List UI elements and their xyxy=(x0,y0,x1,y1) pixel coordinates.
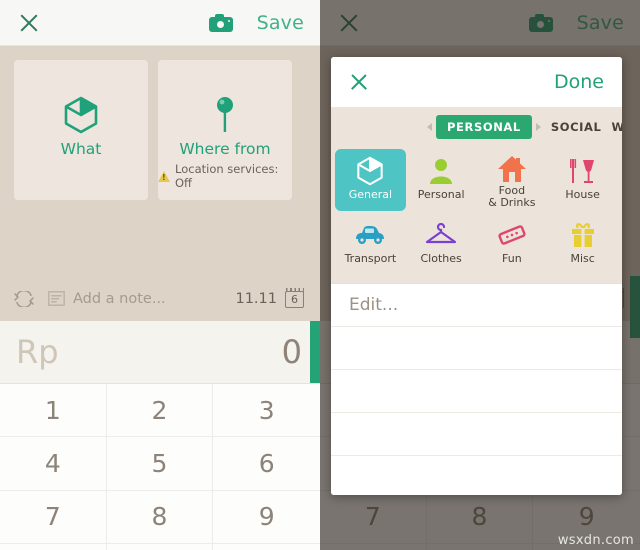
cube-icon xyxy=(356,155,384,187)
app-bar: Save xyxy=(0,0,320,46)
calendar-day: 6 xyxy=(291,292,298,306)
category-fun[interactable]: Fun xyxy=(477,213,548,275)
key-comma[interactable]: , xyxy=(0,543,107,550)
category-label: Clothes xyxy=(420,252,462,265)
food-icon xyxy=(569,155,597,187)
done-button[interactable]: Done xyxy=(554,71,604,93)
list-item[interactable] xyxy=(331,370,622,413)
key-6[interactable]: 6 xyxy=(213,437,320,491)
chevron-left-icon[interactable] xyxy=(427,123,432,131)
key-4[interactable]: 4 xyxy=(0,437,107,491)
category-transport[interactable]: Transport xyxy=(335,213,406,275)
left-phone-screen: Save What Where from ! Location services… xyxy=(0,0,320,550)
person-icon xyxy=(428,155,454,187)
category-label: Fun xyxy=(502,252,522,265)
category-food-drinks[interactable]: House xyxy=(547,149,618,211)
amount-value[interactable]: 0 xyxy=(282,333,302,371)
save-button[interactable]: Save xyxy=(257,12,304,34)
category-house[interactable]: Food & Drinks xyxy=(477,149,548,211)
note-input[interactable]: Add a note... xyxy=(73,291,235,307)
category-general[interactable]: General xyxy=(335,149,406,211)
close-x-icon[interactable] xyxy=(18,12,40,34)
tab-personal[interactable]: PERSONAL xyxy=(436,115,532,139)
location-warning: Location services: Off xyxy=(158,162,292,190)
tab-social[interactable]: SOCIAL xyxy=(551,120,602,134)
note-row: Add a note... 11.11 6 xyxy=(0,276,320,321)
key-9[interactable]: 9 xyxy=(213,491,320,544)
key-backspace[interactable] xyxy=(213,544,320,550)
repeat-icon[interactable] xyxy=(14,290,34,307)
where-from-card[interactable]: Where from Location services: Off xyxy=(158,60,292,200)
screenshot-root: Save What Where from ! Location services… xyxy=(0,0,640,550)
category-edit-list: Edit... xyxy=(331,283,622,495)
calendar-icon[interactable]: 6 xyxy=(285,287,306,310)
category-label: House xyxy=(565,188,600,201)
ticket-icon xyxy=(497,219,527,251)
entry-card-area: What Where from Location services: Off xyxy=(0,46,320,276)
key-3[interactable]: 3 xyxy=(213,384,320,438)
category-grid: General Personal Food & Drinks House Tra… xyxy=(331,147,622,283)
gift-icon xyxy=(569,219,597,251)
chevron-right-icon[interactable] xyxy=(535,123,541,131)
cube-icon xyxy=(63,94,99,134)
right-phone-screen: Save What xyxy=(320,0,640,550)
location-warning-text: Location services: Off xyxy=(175,162,279,190)
list-item[interactable] xyxy=(331,327,622,370)
house-icon xyxy=(497,155,527,183)
modal-header: Done xyxy=(331,57,622,107)
amount-accent-bar xyxy=(310,321,320,383)
key-5[interactable]: 5 xyxy=(106,437,214,491)
amount-row: Rp 0 xyxy=(0,321,320,384)
category-label: Misc xyxy=(570,252,595,265)
key-2[interactable]: 2 xyxy=(106,384,214,438)
list-item[interactable] xyxy=(331,413,622,456)
tab-work[interactable]: W xyxy=(611,120,622,134)
map-pin-icon xyxy=(214,94,236,134)
category-misc[interactable]: Misc xyxy=(547,213,618,275)
key-7[interactable]: 7 xyxy=(0,490,107,544)
camera-icon[interactable] xyxy=(208,13,233,32)
close-x-icon[interactable] xyxy=(349,72,369,92)
category-label: Transport xyxy=(344,252,397,265)
category-label: Food & Drinks xyxy=(488,184,536,209)
watermark: wsxdn.com xyxy=(557,533,634,548)
what-card[interactable]: What xyxy=(14,60,148,200)
currency-symbol: Rp xyxy=(16,333,59,371)
note-lines-icon[interactable] xyxy=(48,291,65,306)
car-icon xyxy=(354,219,386,251)
entry-cards: What Where from Location services: Off xyxy=(14,60,306,200)
warning-triangle-icon xyxy=(158,170,170,182)
category-personal[interactable]: Personal xyxy=(406,149,477,211)
key-8[interactable]: 8 xyxy=(106,490,214,544)
category-group-tabs: PERSONAL SOCIAL W xyxy=(331,107,622,147)
category-picker-modal: Done PERSONAL SOCIAL W General Personal … xyxy=(331,57,622,495)
hanger-icon xyxy=(425,219,457,251)
where-from-card-label: Where from xyxy=(179,140,271,158)
list-item[interactable]: Edit... xyxy=(331,284,622,327)
list-item[interactable] xyxy=(331,456,622,495)
key-1[interactable]: 1 xyxy=(0,384,107,438)
category-clothes[interactable]: Clothes xyxy=(406,213,477,275)
category-label: Personal xyxy=(417,188,465,201)
category-label: General xyxy=(348,188,393,201)
key-0[interactable]: 0 xyxy=(107,543,214,550)
date-text[interactable]: 11.11 xyxy=(235,291,277,307)
what-card-label: What xyxy=(60,140,102,158)
numeric-keypad: 1 2 3 4 5 6 7 8 9 , 0 xyxy=(0,384,320,550)
